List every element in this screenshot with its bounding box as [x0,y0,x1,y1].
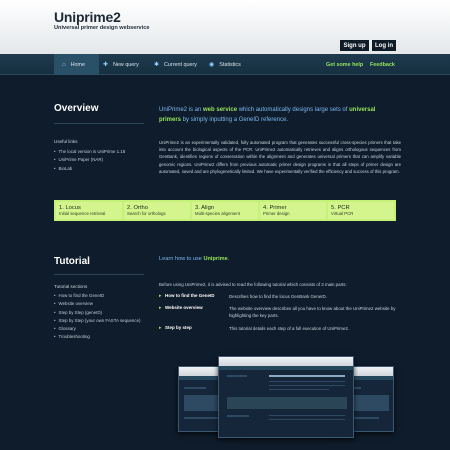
useful-link[interactable]: • UniPrime Paper (NAR) [54,156,125,164]
useful-link[interactable]: • BioLab [54,165,125,173]
pipeline-steps: 1. Locus Initial sequence retrieval 2. Or… [54,200,396,221]
bullet-icon: • [54,293,56,298]
stats-icon: ◉ [209,62,215,68]
tutorial-part: ▸ How to find the GeneID Describes how t… [159,293,399,300]
signup-button[interactable]: Sign up [340,40,369,51]
login-button[interactable]: Log in [372,40,396,51]
tutorial-divider [54,274,144,275]
bullet-icon: • [54,165,56,171]
nav-feedback-link[interactable]: Feedback [370,54,395,75]
tutorial-part-name[interactable]: Website overview [165,305,229,319]
tutorial-part-desc: The website overview describes all you h… [229,306,396,318]
step-locus[interactable]: 1. Locus Initial sequence retrieval [56,202,122,219]
step-primer[interactable]: 4. Primer Primer design [260,202,326,219]
tutorial-section-link[interactable]: • How to find the GeneID [54,292,140,300]
nav-help-link[interactable]: Get some help [326,54,363,75]
tutorial-section-link[interactable]: • Glossary [54,325,140,333]
nav-home[interactable]: ⌂ Home [54,54,99,75]
tutorial-section-link[interactable]: • Troubleshooting [54,333,140,341]
bullet-icon: • [54,334,56,340]
site-header: Uniprime2 Universal primer design webser… [0,0,450,54]
step-ortho[interactable]: 2. Ortho Search for orthologs [124,202,190,219]
plus-icon: ✚ [103,62,109,68]
home-icon: ⌂ [62,61,66,68]
tutorial-section-link[interactable]: • Step by Step (geneID) [54,309,140,317]
site-tagline: Universal primer design webservice [54,25,150,31]
tutorial-section-link[interactable]: • Website overview [54,300,140,308]
overview-intro: UniPrime2 is an web service which automa… [159,107,376,123]
step-pcr[interactable]: 5. PCR Virtual PCR [328,202,394,219]
tutorial-preview-image [178,352,394,450]
tutorial-link[interactable]: Learn how to use Uniprime. [159,256,229,262]
overview-title: Overview [54,103,99,114]
nav-current-query-label: Current query [164,61,197,68]
nav-home-label: Home [70,61,86,68]
tutorial-title: Tutorial [54,256,90,267]
bullet-icon: • [54,309,56,315]
nav-statistics-label: Statistics [219,61,241,68]
tutorial-part-name[interactable]: Step by step [165,325,229,332]
tutorial-part-desc: Describes how to find the locus GenBank … [229,294,327,299]
tutorial-sections-list: • How to find the GeneID • Website overvie… [54,292,140,342]
site-logo[interactable]: Uniprime2 [54,9,121,25]
tutorial-part: ▸ Step by step This tutorial details eac… [159,325,399,332]
tutorial-section-link[interactable]: • Step by Step (your own FASTA sequence) [54,317,140,325]
overview-divider [54,123,144,124]
nav-new-query-label: New query [113,61,139,68]
main-nav: ⌂ Home ✚ New query ✱ Current query ◉ Sta… [0,54,450,75]
tutorial-part-desc: This tutorial details each step of a ful… [229,326,350,331]
useful-links-title: Useful links [54,139,78,144]
useful-link[interactable]: • The local version is UniPrime 1.18 [54,148,125,156]
web-service-link[interactable]: web service [203,107,237,113]
nav-current-query[interactable]: ✱ Current query [154,54,197,75]
step-align[interactable]: 3. Align Multi-species alignment [192,202,258,219]
bullet-icon: • [54,149,56,154]
overview-description: UniPrime2 is an experimentally validated… [159,140,401,174]
nav-new-query[interactable]: ✚ New query [103,54,139,75]
preview-window-center [218,356,354,438]
gear-icon: ✱ [154,62,160,68]
tutorial-sections-title: Tutorial sections [54,284,88,289]
tutorial-part-name[interactable]: How to find the GeneID [165,293,229,300]
bullet-icon: • [54,301,56,307]
bullet-icon: • [54,317,56,323]
useful-links-list: • The local version is UniPrime 1.18 • Uni… [54,148,125,173]
nav-statistics[interactable]: ◉ Statistics [209,54,241,75]
bullet-icon: • [54,326,56,332]
tutorial-part: ▸ Website overview The website overview … [159,305,399,319]
bullet-icon: • [54,157,56,163]
tutorial-intro: Before using UniPrime2, it is advised to… [159,282,347,287]
